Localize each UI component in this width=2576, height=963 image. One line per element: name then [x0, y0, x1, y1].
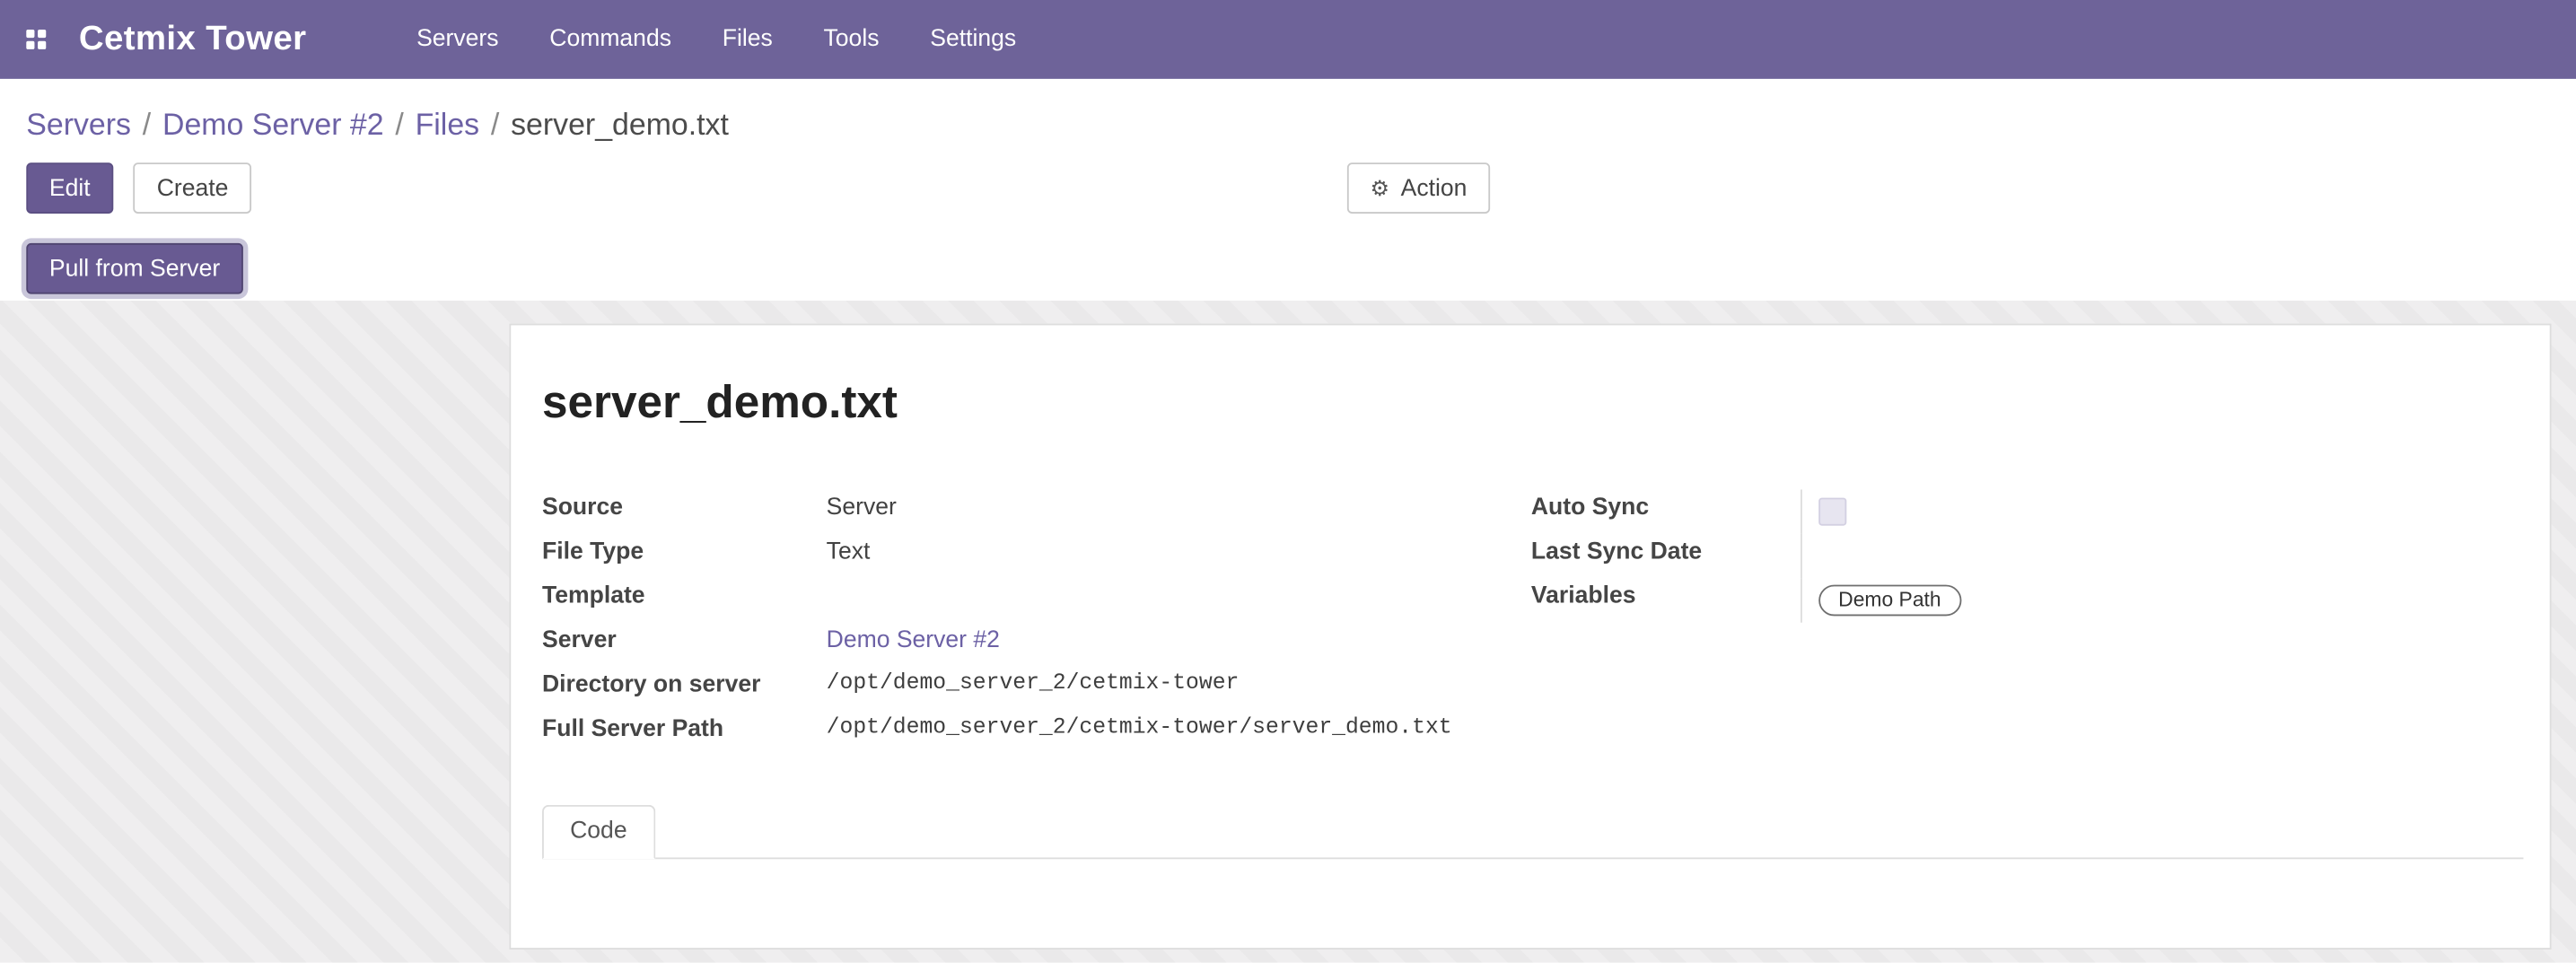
tab-code[interactable]: Code — [542, 805, 655, 859]
field-row-server: Server Demo Server #2 — [542, 623, 1531, 667]
field-group-left: Source Server File Type Text Template Se… — [542, 489, 1531, 756]
field-label-full-path: Full Server Path — [542, 712, 827, 743]
field-label-last-sync-date: Last Sync Date — [1531, 534, 1801, 565]
record-title: server_demo.txt — [542, 374, 2523, 430]
field-row-file-type: File Type Text — [542, 534, 1531, 578]
breadcrumb-separator: / — [491, 107, 499, 141]
object-buttons-row: Pull from Server — [0, 243, 2576, 294]
field-row-last-sync-date: Last Sync Date — [1531, 534, 2524, 578]
action-menu-button[interactable]: ⚙ Action — [1347, 162, 1490, 214]
content-area: server_demo.txt Source Server File Type … — [0, 301, 2576, 963]
field-value-server-link[interactable]: Demo Server #2 — [827, 623, 1531, 654]
breadcrumb-separator: / — [143, 107, 151, 141]
notebook-tabs: Code — [542, 805, 2523, 859]
pull-from-server-button[interactable]: Pull from Server — [26, 243, 243, 294]
auto-sync-checkbox[interactable] — [1818, 498, 1846, 526]
field-label-directory: Directory on server — [542, 667, 827, 698]
breadcrumb-current-file: server_demo.txt — [511, 107, 729, 141]
gear-icon: ⚙ — [1371, 175, 1389, 201]
form-sheet: server_demo.txt Source Server File Type … — [509, 324, 2551, 950]
control-panel-buttons: Edit Create ⚙ Action — [0, 162, 2576, 215]
breadcrumb-separator: / — [395, 107, 403, 141]
field-label-server: Server — [542, 623, 827, 654]
breadcrumb-files[interactable]: Files — [416, 107, 479, 141]
menu-item-settings[interactable]: Settings — [922, 16, 1024, 62]
edit-button[interactable]: Edit — [26, 162, 113, 214]
field-value-auto-sync — [1801, 489, 2523, 533]
menu-item-files[interactable]: Files — [714, 16, 781, 62]
field-label-source: Source — [542, 489, 827, 521]
field-row-directory: Directory on server /opt/demo_server_2/c… — [542, 667, 1531, 711]
breadcrumb-servers[interactable]: Servers — [26, 107, 131, 141]
field-value-file-type: Text — [827, 534, 1531, 565]
field-label-auto-sync: Auto Sync — [1531, 489, 1801, 521]
top-navbar: Cetmix Tower Servers Commands Files Tool… — [0, 0, 2576, 79]
brand-title[interactable]: Cetmix Tower — [79, 20, 307, 59]
breadcrumb: Servers / Demo Server #2 / Files / server_demo… — [26, 103, 2576, 146]
field-row-variables: Variables Demo Path — [1531, 578, 2524, 622]
breadcrumb-demo-server[interactable]: Demo Server #2 — [162, 107, 384, 141]
app-window: Cetmix Tower Servers Commands Files Tool… — [0, 0, 2576, 963]
field-label-template: Template — [542, 578, 827, 609]
field-value-source: Server — [827, 489, 1531, 521]
field-row-full-path: Full Server Path /opt/demo_server_2/cetm… — [542, 712, 1531, 756]
field-row-template: Template — [542, 578, 1531, 622]
main-menu: Servers Commands Files Tools Settings — [408, 16, 1024, 62]
field-value-directory: /opt/demo_server_2/cetmix-tower — [827, 667, 1531, 696]
field-groups: Source Server File Type Text Template Se… — [542, 489, 2523, 756]
apps-grid-icon[interactable] — [26, 30, 46, 49]
menu-item-servers[interactable]: Servers — [408, 16, 507, 62]
menu-item-commands[interactable]: Commands — [541, 16, 679, 62]
field-value-full-path: /opt/demo_server_2/cetmix-tower/server_d… — [827, 712, 1531, 741]
create-button[interactable]: Create — [134, 162, 251, 214]
field-label-file-type: File Type — [542, 534, 827, 565]
field-row-auto-sync: Auto Sync — [1531, 489, 2524, 533]
field-label-variables: Variables — [1531, 578, 1801, 609]
field-row-source: Source Server — [542, 489, 1531, 533]
menu-item-tools[interactable]: Tools — [815, 16, 887, 62]
action-button-label: Action — [1401, 175, 1468, 201]
field-value-variables: Demo Path — [1801, 578, 2523, 622]
field-group-right: Auto Sync Last Sync Date Variables Demo … — [1531, 489, 2524, 756]
variable-tag-demo-path: Demo Path — [1818, 585, 1960, 617]
field-value-template — [827, 578, 1531, 582]
field-value-last-sync-date — [1801, 534, 2523, 578]
